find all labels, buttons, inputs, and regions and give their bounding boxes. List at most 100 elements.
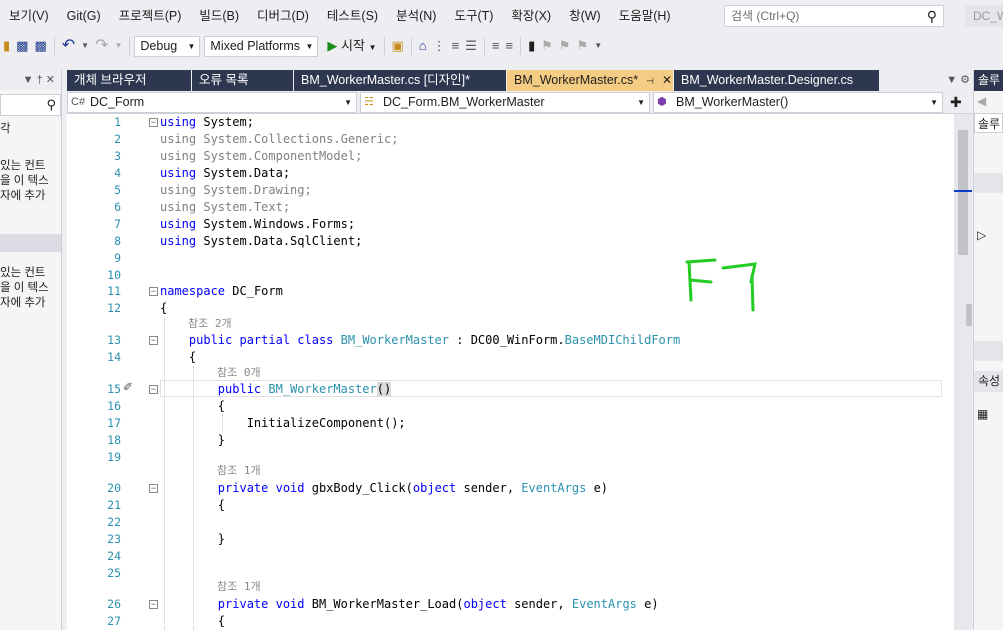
pin-icon[interactable]: ⊣ <box>646 76 654 86</box>
uncomment-icon[interactable]: ≡ <box>503 35 517 57</box>
fold-toggle-icon[interactable]: − <box>149 484 158 493</box>
menu-item[interactable]: 도구(T) <box>445 0 502 32</box>
fold-toggle-icon[interactable]: − <box>149 600 158 609</box>
line-number: 2 <box>114 132 121 146</box>
redo-dropdown-icon[interactable]: ▼ <box>111 35 125 57</box>
expand-icon[interactable]: ▷ <box>974 225 1003 245</box>
close-icon[interactable]: ✕ <box>662 73 672 87</box>
menu-item[interactable]: 창(W) <box>560 0 610 32</box>
toolbox-text: 있는 컨트 <box>0 267 46 279</box>
solution-name-badge: DC_W <box>965 5 1003 27</box>
menu-item[interactable]: 분석(N) <box>387 0 445 32</box>
toolbar-overflow-icon[interactable]: ▼ <box>591 35 605 57</box>
undo-icon[interactable]: ↶ <box>59 35 78 57</box>
menu-item[interactable]: 디버그(D) <box>248 0 318 32</box>
menu-item[interactable]: 도움말(H) <box>610 0 680 32</box>
toolbox-text: 자에 추가 <box>0 190 46 202</box>
menu-item[interactable]: 빌드(B) <box>190 0 248 32</box>
browse-icon[interactable]: ▣ <box>389 35 407 57</box>
reference-count[interactable]: 참조 2개 <box>188 316 232 332</box>
scrollbar-thumb[interactable] <box>958 130 968 255</box>
toolbox-panel: ▼ † ✕ ⚲ 각 있는 컨트 을 이 텍스 자에 추가 있는 컨트 을 이 텍… <box>0 70 62 630</box>
align-icon[interactable]: ≡ <box>449 35 463 57</box>
line-number: 23 <box>107 532 121 546</box>
line-number: 14 <box>107 350 121 364</box>
save-all-icon[interactable]: ▩ <box>31 35 49 57</box>
line-number-gutter: 1 2 3 4 5 6 7 8 9 10 11 12 13 14 15 16 17 18 19 20 21 22 23 24 2… <box>67 114 158 630</box>
solution-search[interactable]: 솔루 <box>974 113 1003 133</box>
reference-count[interactable]: 참조 0개 <box>217 365 261 381</box>
line-number: 12 <box>107 301 121 315</box>
code-line: public partial class BM_WorkerMaster : D… <box>188 333 681 347</box>
start-button[interactable]: ▶ 시작 ▼ <box>324 35 379 57</box>
redo-icon[interactable]: ↷ <box>92 35 111 57</box>
project-dropdown[interactable]: C# DC_Form ▼ <box>67 92 357 113</box>
solution-explorer-header[interactable]: 솔루 <box>974 70 1003 91</box>
platform-select[interactable]: Mixed Platforms ▼ <box>204 35 319 57</box>
member-dropdown[interactable]: ⬢ BM_WorkerMaster() ▼ <box>653 92 943 113</box>
clear-bookmarks-icon[interactable]: ⚑ <box>574 35 592 57</box>
menu-item[interactable]: 프로젝트(P) <box>110 0 191 32</box>
toolbox-text: 을 이 텍스 <box>0 282 49 294</box>
toolbox-search[interactable]: ⚲ <box>0 94 61 116</box>
prev-bookmark-icon[interactable]: ⚑ <box>538 35 556 57</box>
bookmark-icon[interactable]: ▮ <box>525 35 538 57</box>
toolbox-text: 을 이 텍스 <box>0 175 49 187</box>
menu-item[interactable]: 확장(X) <box>502 0 560 32</box>
fold-toggle-icon[interactable]: − <box>149 385 158 394</box>
undo-dropdown-icon[interactable]: ▼ <box>78 35 92 57</box>
next-bookmark-icon[interactable]: ⚑ <box>556 35 574 57</box>
class-dropdown[interactable]: ☵ DC_Form.BM_WorkerMaster ▼ <box>360 92 650 113</box>
save-icon[interactable]: ▩ <box>13 35 31 57</box>
search-input[interactable]: 검색 (Ctrl+Q) ⚲ <box>724 5 944 27</box>
menu-item[interactable]: 보기(V) <box>0 0 58 32</box>
chevron-down-icon: ▼ <box>930 98 938 107</box>
fold-toggle-icon[interactable]: − <box>149 118 158 127</box>
code-line: namespace DC_Form <box>160 284 283 298</box>
tab-overflow-icon[interactable]: ▼ ⚙ <box>946 70 970 91</box>
vertical-scrollbar[interactable] <box>954 114 972 630</box>
reference-count[interactable]: 참조 1개 <box>217 579 261 595</box>
line-number: 17 <box>107 416 121 430</box>
tree-row[interactable] <box>974 173 1003 193</box>
code-editor[interactable]: 1 2 3 4 5 6 7 8 9 10 11 12 13 14 15 16 17 18 19 20 21 22 23 24 2… <box>67 114 972 630</box>
comment-icon[interactable]: ≡ <box>489 35 503 57</box>
tree-row-selected[interactable] <box>974 341 1003 361</box>
reference-count[interactable]: 참조 1개 <box>217 463 261 479</box>
categorized-icon[interactable]: ▦ <box>974 404 1003 424</box>
tab-code-active[interactable]: BM_WorkerMaster.cs* ⊣ ✕ <box>507 70 673 91</box>
open-folder-icon[interactable]: ▮ <box>0 35 13 57</box>
outdent-icon[interactable]: ☰ <box>462 35 480 57</box>
split-icon[interactable]: ✚ <box>950 92 962 113</box>
tab-error-list[interactable]: 오류 목록 <box>192 70 293 91</box>
tab-object-browser[interactable]: 개체 브라우저 <box>67 70 191 91</box>
line-number: 6 <box>114 200 121 214</box>
line-number: 5 <box>114 183 121 197</box>
handwritten-f7-annotation <box>685 258 757 312</box>
line-number: 3 <box>114 149 121 163</box>
back-icon[interactable]: ◀ <box>974 91 1003 111</box>
code-line: public BM_WorkerMaster() <box>217 382 392 396</box>
code-line: using System.ComponentModel; <box>160 149 363 163</box>
code-line: using System.Drawing; <box>160 183 312 197</box>
edit-brush-icon[interactable]: ✐ <box>123 380 133 394</box>
menu-item[interactable]: 테스트(S) <box>318 0 387 32</box>
tab-designer[interactable]: BM_WorkerMaster.cs [디자인]* <box>294 70 506 91</box>
line-number: 22 <box>107 515 121 529</box>
home-icon[interactable]: ⌂ <box>416 35 430 57</box>
toolbox-group-header[interactable] <box>0 234 61 252</box>
search-placeholder: 검색 (Ctrl+Q) <box>731 9 800 23</box>
code-line: using System.Collections.Generic; <box>160 132 399 146</box>
code-line: { <box>160 350 197 364</box>
class-icon: ☵ <box>364 96 374 108</box>
configuration-select[interactable]: Debug ▼ <box>134 35 201 57</box>
format-icon[interactable]: ⋮ <box>430 35 449 57</box>
tab-designer-cs[interactable]: BM_WorkerMaster.Designer.cs <box>674 70 879 91</box>
fold-toggle-icon[interactable]: − <box>149 336 158 345</box>
solution-explorer-panel: 솔루 ◀ 솔루 ▷ 속성 ▦ <box>973 70 1003 630</box>
menu-item[interactable]: Git(G) <box>58 0 110 32</box>
line-number: 10 <box>107 268 121 282</box>
indent-guide <box>193 366 194 630</box>
fold-toggle-icon[interactable]: − <box>149 287 158 296</box>
properties-header[interactable]: 속성 <box>974 371 1003 392</box>
